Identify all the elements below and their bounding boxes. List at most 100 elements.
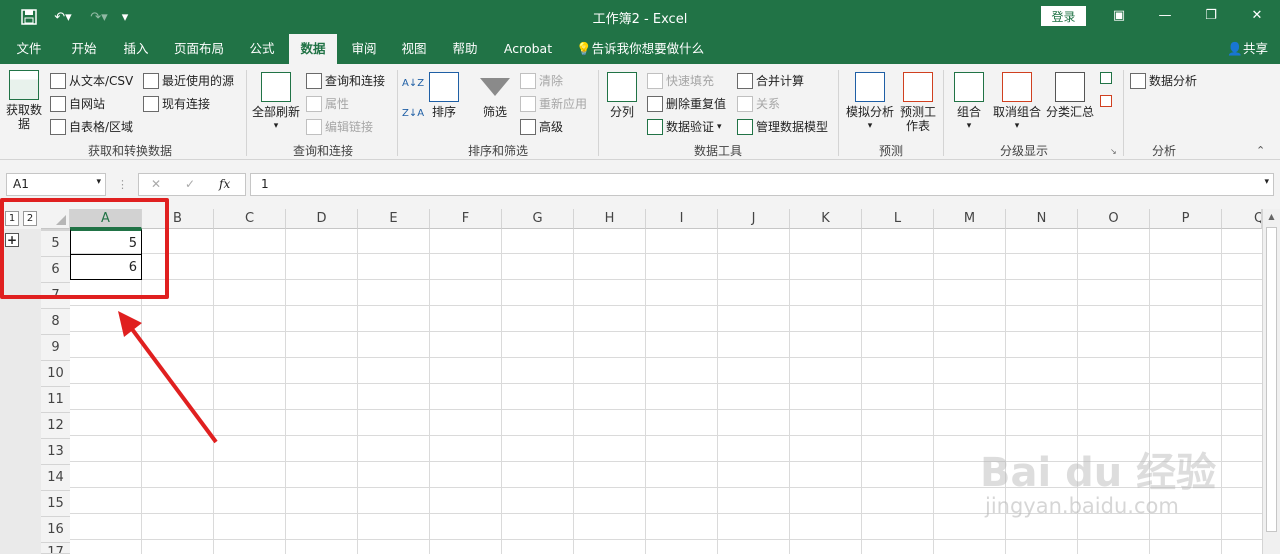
advanced-filter-button[interactable]: 高级 <box>520 118 563 135</box>
ungroup-label: 取消组合 <box>992 105 1041 119</box>
group-separator <box>246 70 247 156</box>
column-header-k[interactable]: K <box>790 209 862 229</box>
tab-help[interactable]: 帮助 <box>443 34 487 64</box>
properties-button[interactable]: 属性 <box>306 95 349 112</box>
column-header-d[interactable]: D <box>286 209 358 229</box>
column-header-e[interactable]: E <box>358 209 430 229</box>
sort-descending-button[interactable]: Z↓A <box>402 108 424 119</box>
name-box[interactable]: A1 ▾ <box>6 173 106 196</box>
from-web-button[interactable]: 自网站 <box>50 95 105 112</box>
group-label-sort-filter: 排序和筛选 <box>467 144 528 158</box>
tab-home[interactable]: 开始 <box>62 34 106 64</box>
column-header-q-label: Q <box>1254 209 1261 228</box>
group-label-forecast: 预测 <box>878 144 903 158</box>
reapply-label: 重新应用 <box>539 97 588 111</box>
recent-sources-button[interactable]: 最近使用的源 <box>143 72 234 89</box>
column-header-n[interactable]: N <box>1006 209 1078 229</box>
forecast-sheet-button[interactable]: 预测工作表 <box>898 72 938 133</box>
title-bar: ↶▾ ↷▾ ▾ 工作簿2 - Excel 登录 ▣ — ❐ ✕ <box>0 0 1280 34</box>
tab-page-layout[interactable]: 页面布局 <box>166 34 232 64</box>
column-header-q[interactable]: Q <box>1222 209 1262 229</box>
what-if-analysis-button[interactable]: 模拟分析 ▾ <box>842 72 898 133</box>
get-data-button[interactable]: 获取数据 <box>4 70 44 131</box>
column-header-h[interactable]: H <box>574 209 646 229</box>
row-header-16[interactable]: 16 <box>41 517 70 543</box>
from-text-csv-button[interactable]: 从文本/CSV <box>50 72 133 89</box>
column-header-m[interactable]: M <box>934 209 1006 229</box>
row-header-17[interactable]: 17 <box>41 543 70 554</box>
expand-formula-icon[interactable]: ▾ <box>1264 177 1269 187</box>
tab-file[interactable]: 文件 <box>8 34 50 64</box>
cancel-icon[interactable]: ✕ <box>151 177 161 191</box>
tell-me-search[interactable]: 💡告诉我你想要做什么 <box>576 34 710 64</box>
collapse-ribbon-icon[interactable]: ⌃ <box>1256 144 1265 157</box>
close-icon[interactable]: ✕ <box>1242 5 1272 27</box>
tab-data[interactable]: 数据 <box>289 34 337 64</box>
text-to-columns-button[interactable]: 分列 <box>604 72 640 119</box>
reapply-button[interactable]: 重新应用 <box>520 95 587 112</box>
row-header-12[interactable]: 12 <box>41 413 70 439</box>
row-header-15[interactable]: 15 <box>41 491 70 517</box>
relationships-button[interactable]: 关系 <box>737 95 780 112</box>
ribbon-tabs: 文件 开始 插入 页面布局 公式 数据 审阅 视图 帮助 Acrobat 💡告诉… <box>0 34 1280 64</box>
ribbon-display-icon[interactable]: ▣ <box>1104 5 1134 27</box>
insert-function-icon[interactable]: fx <box>219 177 230 191</box>
enter-check-icon[interactable]: ✓ <box>185 177 195 191</box>
row-header-9[interactable]: 9 <box>41 335 70 361</box>
formula-input[interactable]: 1 ▾ <box>250 173 1274 196</box>
filter-button[interactable]: 筛选 <box>478 72 512 119</box>
column-header-j[interactable]: J <box>718 209 790 229</box>
consolidate-label: 合并计算 <box>756 74 805 88</box>
scrollbar-thumb[interactable] <box>1266 227 1277 532</box>
edit-links-button[interactable]: 编辑链接 <box>306 118 373 135</box>
restore-icon[interactable]: ❐ <box>1196 5 1226 27</box>
minimize-icon[interactable]: — <box>1150 5 1180 27</box>
ungroup-button[interactable]: 取消组合 ▾ <box>990 72 1044 133</box>
row-header-13[interactable]: 13 <box>41 439 70 465</box>
clear-filter-button[interactable]: 清除 <box>520 72 563 89</box>
group-button[interactable]: 组合 ▾ <box>952 72 986 133</box>
hide-detail-button[interactable] <box>1100 95 1112 107</box>
data-analysis-button[interactable]: 数据分析 <box>1130 72 1197 89</box>
manage-data-model-button[interactable]: 管理数据模型 <box>737 118 828 135</box>
reapply-icon <box>520 95 536 112</box>
outline-settings-launcher-icon[interactable]: ↘ <box>1110 147 1117 156</box>
tab-review[interactable]: 审阅 <box>342 34 386 64</box>
existing-connections-button[interactable]: 现有连接 <box>143 95 210 112</box>
tab-formulas[interactable]: 公式 <box>240 34 284 64</box>
ribbon-body: 获取数据 从文本/CSV 自网站 自表格/区域 最近使用的源 现有连接 获取和转… <box>0 64 1280 160</box>
column-header-c[interactable]: C <box>214 209 286 229</box>
web-icon <box>50 95 66 112</box>
refresh-all-button[interactable]: 全部刷新 ▾ <box>250 72 302 133</box>
subtotal-button[interactable]: 分类汇总 <box>1044 72 1096 119</box>
column-header-i[interactable]: I <box>646 209 718 229</box>
flash-fill-button[interactable]: 快速填充 <box>647 72 714 89</box>
column-header-f[interactable]: F <box>430 209 502 229</box>
column-header-p[interactable]: P <box>1150 209 1222 229</box>
vertical-scrollbar[interactable]: ▲ <box>1262 209 1280 554</box>
refresh-all-label: 全部刷新 <box>251 105 300 119</box>
dropdown-arrow-icon: ▾ <box>273 121 279 131</box>
data-validation-button[interactable]: 数据验证 ▾ <box>647 118 722 135</box>
sort-az-icon: A↓Z <box>402 78 425 89</box>
queries-connections-button[interactable]: 查询和连接 <box>306 72 385 89</box>
row-header-8[interactable]: 8 <box>41 309 70 335</box>
tab-insert[interactable]: 插入 <box>114 34 158 64</box>
show-detail-button[interactable] <box>1100 72 1112 84</box>
sort-button[interactable]: 排序 <box>428 72 460 119</box>
login-button[interactable]: 登录 <box>1041 6 1086 26</box>
column-header-l[interactable]: L <box>862 209 934 229</box>
consolidate-button[interactable]: 合并计算 <box>737 72 804 89</box>
row-header-11[interactable]: 11 <box>41 387 70 413</box>
tab-view[interactable]: 视图 <box>392 34 436 64</box>
row-header-10[interactable]: 10 <box>41 361 70 387</box>
share-button[interactable]: 👤共享 <box>1227 34 1268 64</box>
tab-acrobat[interactable]: Acrobat <box>498 34 558 64</box>
from-table-button[interactable]: 自表格/区域 <box>50 118 133 135</box>
row-header-14[interactable]: 14 <box>41 465 70 491</box>
column-header-g[interactable]: G <box>502 209 574 229</box>
remove-duplicates-button[interactable]: 删除重复值 <box>647 95 726 112</box>
scroll-up-icon[interactable]: ▲ <box>1266 212 1277 222</box>
sort-ascending-button[interactable]: A↓Z <box>402 78 424 89</box>
column-header-o[interactable]: O <box>1078 209 1150 229</box>
